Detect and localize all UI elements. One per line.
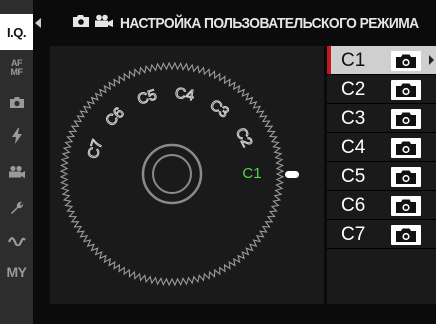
row-divider — [327, 248, 436, 249]
sidebar-item-label: I.Q. — [7, 24, 26, 40]
sidebar-item-flash[interactable] — [0, 118, 33, 154]
mode-dial[interactable]: C1 C2 C3 C4 C5 C6 C7 — [50, 46, 324, 304]
mode-name: C3 — [341, 108, 366, 129]
camera-icon — [391, 138, 421, 158]
camera-icon — [391, 80, 421, 100]
footer-bar — [50, 304, 436, 324]
mode-row-c3[interactable]: C3 — [327, 104, 436, 133]
mode-name: C7 — [341, 224, 366, 245]
camera-icon — [9, 96, 25, 109]
camera-icon — [72, 14, 90, 33]
sidebar-item-setup[interactable] — [0, 190, 33, 226]
sidebar-item-label: AF MF — [10, 58, 24, 77]
movie-icon — [8, 165, 26, 179]
mode-row-c1[interactable]: C1 — [327, 46, 436, 75]
mode-dial-panel: C1 C2 C3 C4 C5 C6 C7 — [50, 46, 324, 304]
sidebar-item-movie[interactable] — [0, 154, 33, 190]
flash-icon — [11, 128, 23, 144]
dial-label-c4: C4 — [174, 85, 196, 105]
connection-icon — [7, 234, 26, 246]
sidebar-item-image-quality[interactable]: I.Q. — [0, 14, 33, 50]
dial-label-c3: C3 — [207, 96, 233, 121]
mode-name: C5 — [341, 166, 366, 187]
custom-mode-list: C1 C2 C3 C4 C5 C6 C7 — [327, 46, 436, 304]
camera-menu-screen: I.Q. AF MF MY НАСТРОЙКА ПОЛЬЗОВАТЕЛЬСКОГ… — [0, 0, 436, 324]
mode-name: C6 — [341, 195, 366, 216]
dial-indicator-mark — [285, 171, 299, 178]
mode-name: C2 — [341, 79, 366, 100]
mode-row-c4[interactable]: C4 — [327, 133, 436, 162]
wrench-icon — [9, 200, 25, 216]
dial-center-outer-ring — [141, 143, 203, 205]
menu-header: НАСТРОЙКА ПОЛЬЗОВАТЕЛЬСКОГО РЕЖИМА — [50, 0, 436, 46]
page-title: НАСТРОЙКА ПОЛЬЗОВАТЕЛЬСКОГО РЕЖИМА — [120, 14, 419, 32]
sidebar-item-connection[interactable] — [0, 222, 33, 258]
mode-row-c6[interactable]: C6 — [327, 191, 436, 220]
sidebar-item-label: MY — [6, 264, 28, 280]
mode-name: C1 — [341, 50, 366, 71]
sidebar-item-shooting[interactable] — [0, 84, 33, 120]
mode-row-c2[interactable]: C2 — [327, 75, 436, 104]
camera-icon — [391, 225, 421, 245]
mode-row-c5[interactable]: C5 — [327, 162, 436, 191]
dial-center-inner-ring — [152, 154, 192, 194]
selection-marker — [327, 46, 331, 75]
chevron-right-icon — [429, 55, 434, 65]
sidebar-item-focus[interactable]: AF MF — [0, 50, 33, 86]
dial-label-c7: C7 — [84, 137, 106, 161]
camera-icon — [391, 196, 421, 216]
camera-icon — [391, 109, 421, 129]
camera-icon — [391, 51, 421, 71]
mode-name: C4 — [341, 137, 366, 158]
dial-label-c5: C5 — [135, 86, 159, 108]
movie-icon — [94, 14, 114, 33]
menu-sidebar: I.Q. AF MF MY — [0, 0, 33, 324]
dial-label-c6: C6 — [102, 104, 128, 130]
back-arrow-icon[interactable] — [35, 18, 41, 28]
camera-icon — [391, 167, 421, 187]
dial-label-c2: C2 — [232, 125, 256, 150]
dial-label-c1: C1 — [242, 165, 261, 182]
sidebar-item-my-menu[interactable]: MY — [0, 254, 33, 290]
mode-row-c7[interactable]: C7 — [327, 220, 436, 249]
